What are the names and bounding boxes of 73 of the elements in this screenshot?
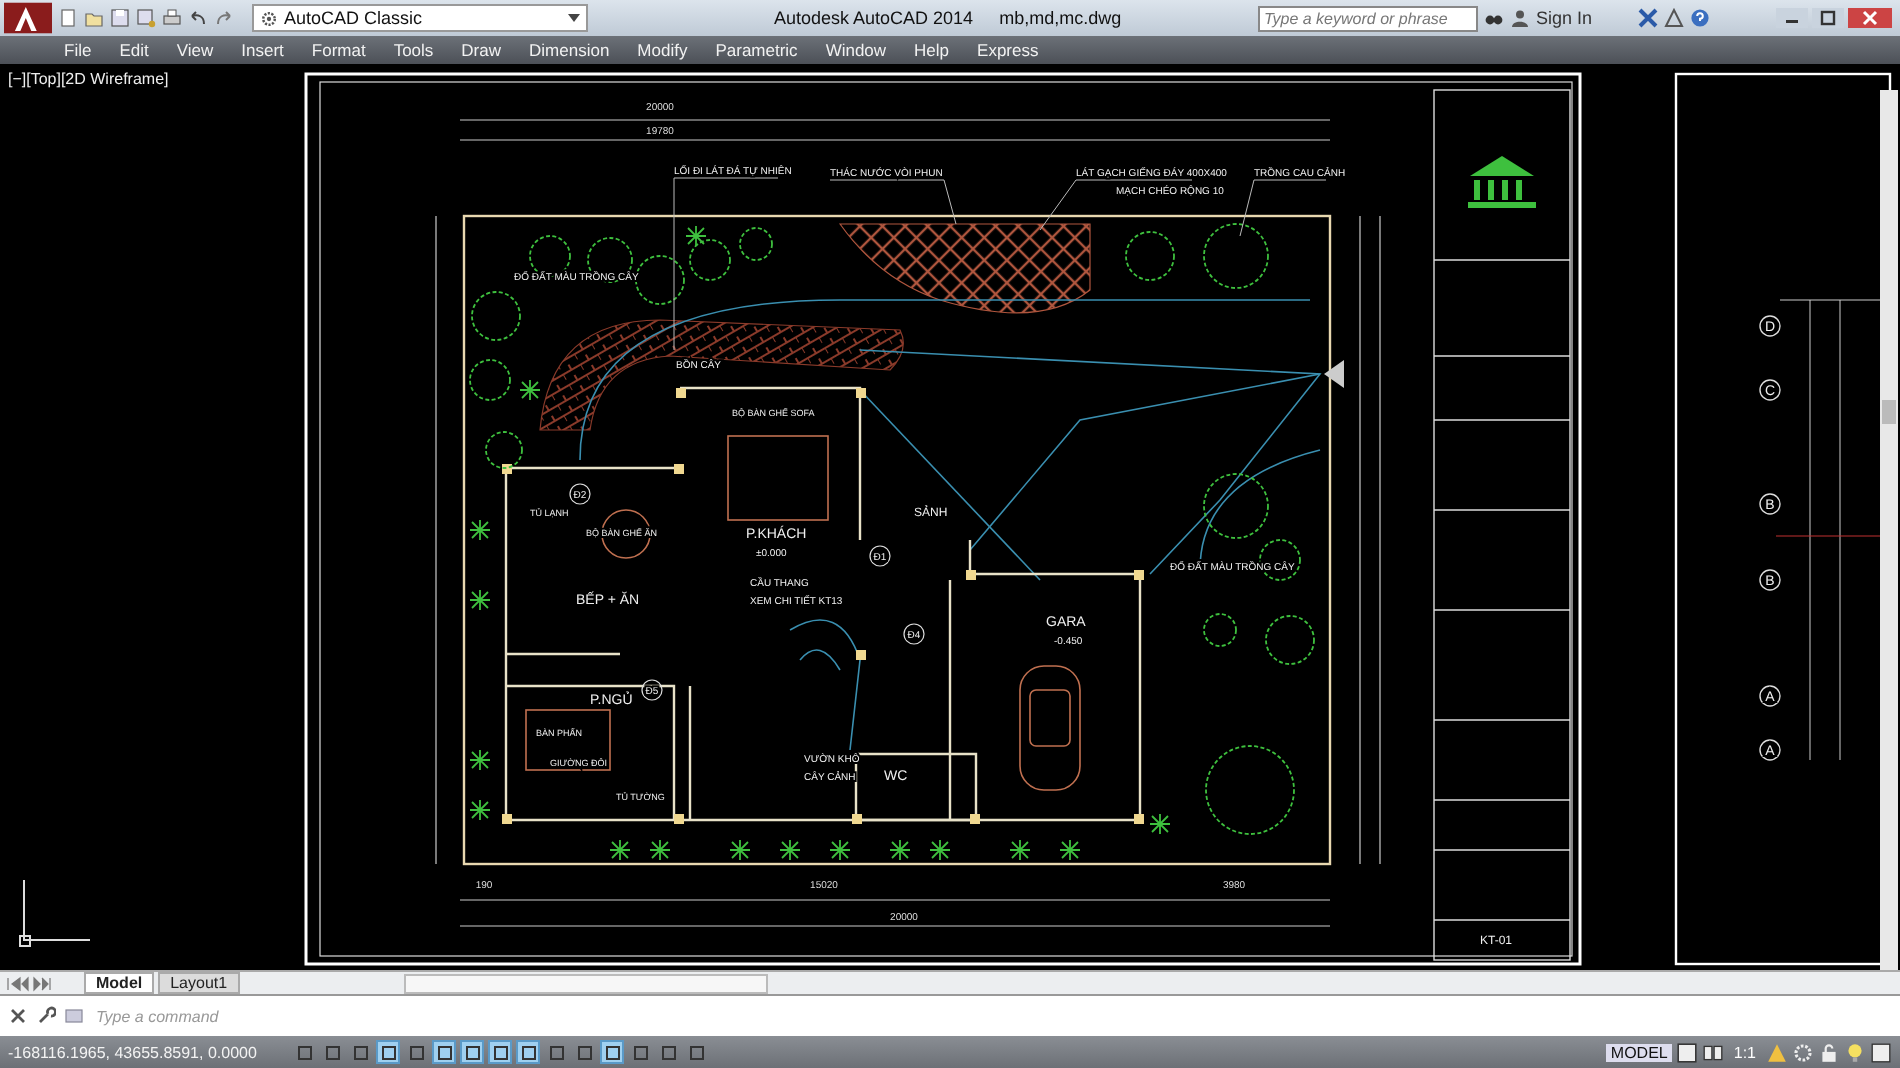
horizontal-scrollbar[interactable] bbox=[403, 973, 768, 993]
menu-item[interactable]: Insert bbox=[241, 40, 284, 60]
drafting-toggle[interactable] bbox=[628, 1040, 652, 1064]
drafting-toggle[interactable] bbox=[376, 1040, 400, 1064]
drafting-toggle[interactable] bbox=[432, 1040, 456, 1064]
command-prompt-icon[interactable] bbox=[64, 1006, 84, 1026]
drafting-toggle[interactable] bbox=[572, 1040, 596, 1064]
drafting-toggle[interactable] bbox=[656, 1040, 680, 1064]
open-folder-icon[interactable] bbox=[84, 8, 104, 28]
menu-item[interactable]: Tools bbox=[393, 40, 434, 60]
undo-icon[interactable] bbox=[188, 8, 208, 28]
car-drawing bbox=[1019, 665, 1081, 791]
leader-line bbox=[1239, 179, 1327, 237]
lock-icon[interactable] bbox=[1818, 1041, 1840, 1063]
menu-item[interactable]: Modify bbox=[637, 40, 688, 60]
user-icon[interactable] bbox=[1509, 8, 1530, 28]
north-arrow-icon bbox=[1324, 360, 1344, 388]
drafting-toggle[interactable] bbox=[600, 1040, 624, 1064]
model-space-button[interactable]: MODEL bbox=[1606, 1043, 1672, 1061]
drafting-toggle[interactable] bbox=[320, 1040, 344, 1064]
workspace-dropdown[interactable]: AutoCAD Classic bbox=[252, 4, 588, 32]
drafting-toggle[interactable] bbox=[516, 1040, 540, 1064]
fullscreen-icon[interactable] bbox=[1870, 1041, 1892, 1063]
leader-line bbox=[829, 179, 957, 225]
close-icon[interactable] bbox=[8, 1006, 28, 1026]
save-as-icon[interactable] bbox=[136, 8, 156, 28]
menu-item[interactable]: Draw bbox=[461, 40, 502, 60]
menu-item[interactable]: Dimension bbox=[529, 40, 610, 60]
wrench-icon[interactable] bbox=[36, 1006, 56, 1026]
app-logo-icon[interactable] bbox=[4, 2, 52, 34]
drafting-toggle[interactable] bbox=[292, 1040, 316, 1064]
caret-icon bbox=[568, 14, 580, 22]
window-title: Autodesk AutoCAD 2014 bbox=[774, 8, 974, 28]
menu-item[interactable]: Help bbox=[914, 40, 950, 60]
menu-item[interactable]: View bbox=[176, 40, 214, 60]
menu-item[interactable]: Edit bbox=[119, 40, 149, 60]
menu-item[interactable]: Express bbox=[977, 40, 1039, 60]
redo-icon[interactable] bbox=[214, 8, 234, 28]
save-icon[interactable] bbox=[110, 8, 130, 28]
menu-item[interactable]: Format bbox=[311, 40, 366, 60]
viewport-controls[interactable]: [−][Top][2D Wireframe] bbox=[8, 70, 169, 88]
drafting-toggle[interactable] bbox=[404, 1040, 428, 1064]
minimize-icon[interactable] bbox=[1776, 8, 1808, 28]
print-icon[interactable] bbox=[162, 8, 182, 28]
new-file-icon[interactable] bbox=[58, 8, 78, 28]
layout-tab[interactable]: Layout1 bbox=[158, 972, 240, 994]
search-field[interactable]: Type a keyword or phrase bbox=[1257, 5, 1478, 31]
gear-icon[interactable] bbox=[1792, 1041, 1814, 1063]
menu-item[interactable]: Parametric bbox=[715, 40, 798, 60]
drafting-toggle[interactable] bbox=[460, 1040, 484, 1064]
scroll-thumb[interactable] bbox=[1882, 400, 1896, 424]
coordinates-readout: -168116.1965, 43655.8591, 0.0000 bbox=[8, 1043, 259, 1061]
drafting-toggle[interactable] bbox=[544, 1040, 568, 1064]
drafting-toggle[interactable] bbox=[348, 1040, 372, 1064]
ucs-icon bbox=[19, 879, 91, 947]
viewport-icon[interactable] bbox=[1675, 1041, 1698, 1063]
drafting-toggle[interactable] bbox=[488, 1040, 512, 1064]
building-logo-icon bbox=[1468, 156, 1536, 208]
menu-item[interactable]: File bbox=[64, 40, 92, 60]
sign-in-link[interactable]: Sign In bbox=[1535, 8, 1592, 28]
maximize-icon[interactable] bbox=[1812, 8, 1844, 28]
lightbulb-icon[interactable] bbox=[1844, 1041, 1866, 1063]
close-icon[interactable] bbox=[1848, 8, 1892, 28]
layout-icon[interactable] bbox=[1701, 1041, 1724, 1063]
annotation-icon[interactable] bbox=[1766, 1041, 1788, 1063]
layout-tab[interactable]: Model bbox=[84, 972, 155, 994]
annotation-scale-button[interactable]: 1:1 bbox=[1733, 1043, 1756, 1061]
menu-item[interactable]: Window bbox=[825, 40, 887, 60]
vertical-scrollbar[interactable] bbox=[1880, 90, 1898, 970]
file-name: mb,md,mc.dwg bbox=[999, 8, 1122, 28]
drafting-toggle[interactable] bbox=[684, 1040, 708, 1064]
help-icon[interactable] bbox=[1690, 8, 1710, 28]
gear-icon bbox=[260, 9, 278, 27]
